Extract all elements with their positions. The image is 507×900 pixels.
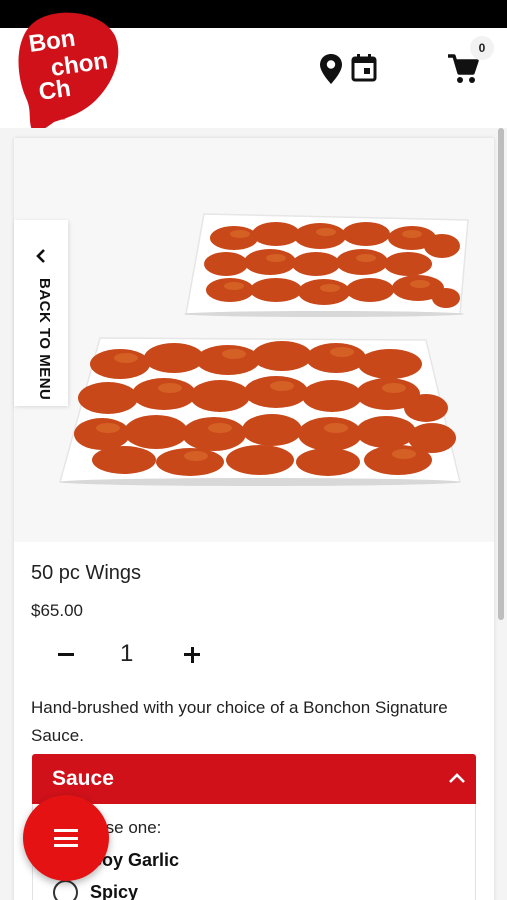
product-price: $65.00 <box>31 601 83 620</box>
chevron-up-icon <box>449 773 465 783</box>
back-to-menu-button[interactable]: BACK TO MENU <box>14 220 68 406</box>
chevron-left-icon <box>36 249 45 263</box>
quantity-value: 1 <box>120 640 134 667</box>
sauce-option-spicy[interactable]: Spicy <box>53 880 138 900</box>
location-pin-icon[interactable] <box>318 52 344 86</box>
menu-fab-button[interactable] <box>23 795 109 881</box>
scrollbar[interactable] <box>498 128 504 620</box>
svg-text:Ch: Ch <box>37 75 72 106</box>
calendar-icon[interactable] <box>349 52 379 84</box>
bonchon-logo[interactable]: Bon chon Ch ® <box>16 10 120 134</box>
product-image-wings <box>14 138 494 542</box>
cart-count-badge: 0 <box>470 36 494 60</box>
back-to-menu-label: BACK TO MENU <box>36 278 53 401</box>
sauce-option-label: Spicy <box>90 882 139 900</box>
svg-text:®: ® <box>60 113 66 122</box>
sauce-section-title: Sauce <box>52 767 114 790</box>
product-description: Hand-brushed with your choice of a Bonch… <box>31 698 448 745</box>
increase-quantity-button[interactable] <box>178 640 206 668</box>
decrease-quantity-button[interactable] <box>52 640 80 668</box>
radio-button[interactable] <box>53 880 78 900</box>
sauce-section-toggle[interactable]: Sauce <box>32 754 476 804</box>
product-title: 50 pc Wings <box>31 562 142 584</box>
